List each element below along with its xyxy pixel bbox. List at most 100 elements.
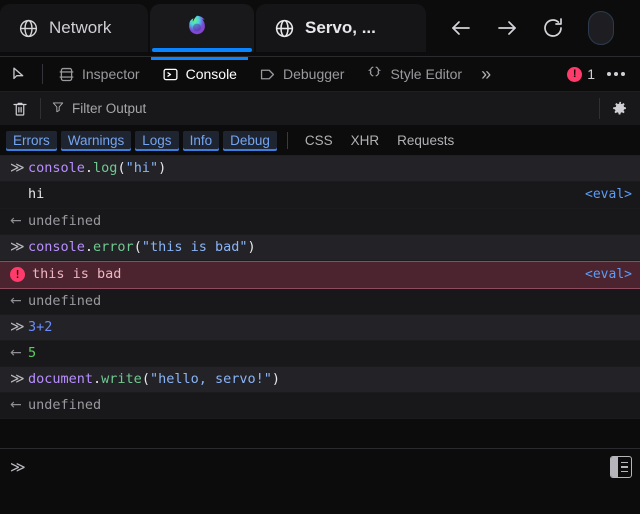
element-picker-icon[interactable] xyxy=(0,57,38,91)
console-row-input[interactable]: ≫document.write("hello, servo!") xyxy=(0,367,640,393)
devtools-toolbar-right: ! 1 xyxy=(567,57,640,91)
firefox-logo-icon xyxy=(183,14,211,42)
devtools-tab-list: Inspector Console Debugger xyxy=(47,57,567,91)
console-filter-bar: Filter Output xyxy=(0,92,640,126)
code-token: ) xyxy=(158,160,166,176)
result-marker-icon: ← xyxy=(10,344,28,362)
console-row-text: 5 xyxy=(28,344,632,362)
tab-style-editor[interactable]: Style Editor xyxy=(355,57,473,91)
browser-chrome: Network xyxy=(0,0,640,56)
console-row-error[interactable]: ! this is bad <eval> xyxy=(0,261,640,289)
error-count-label: 1 xyxy=(587,66,595,82)
code-token: log xyxy=(93,160,117,176)
result-marker-icon: ← xyxy=(10,212,28,230)
console-input-row[interactable]: ≫ xyxy=(0,448,640,486)
devtools-toolbar: Inspector Console Debugger xyxy=(0,57,640,92)
code-token: ( xyxy=(142,371,150,387)
browser-tab-servo[interactable]: Servo, ... xyxy=(256,4,426,52)
tab-inspector[interactable]: Inspector xyxy=(47,57,151,91)
gear-icon[interactable] xyxy=(600,99,640,118)
console-output-list[interactable]: ≫console.log("hi")hi<eval>←undefined≫con… xyxy=(0,156,640,448)
console-input-field[interactable] xyxy=(30,449,610,486)
filter-pill-warnings[interactable]: Warnings xyxy=(61,131,132,151)
tab-label: Inspector xyxy=(82,66,140,82)
filter-pill-errors[interactable]: Errors xyxy=(6,131,57,151)
code-token: document xyxy=(28,371,93,387)
console-filter-pills: Errors Warnings Logs Info Debug CSS XHR … xyxy=(0,126,640,156)
console-icon xyxy=(162,66,179,83)
console-row-text: hi xyxy=(28,185,573,203)
console-row-input[interactable]: ≫3+2 xyxy=(0,315,640,341)
globe-icon xyxy=(18,18,39,39)
code-token: write xyxy=(101,371,142,387)
back-arrow-icon[interactable] xyxy=(448,15,474,41)
browser-tab-label: Servo, ... xyxy=(305,18,376,38)
filter-pill-requests[interactable]: Requests xyxy=(390,131,461,151)
filter-input[interactable]: Filter Output xyxy=(41,100,599,117)
console-row-text: console.log("hi") xyxy=(28,159,632,177)
error-count-badge[interactable]: ! 1 xyxy=(567,66,595,82)
style-editor-icon xyxy=(366,66,383,83)
inspector-icon xyxy=(58,66,75,83)
filter-pill-css[interactable]: CSS xyxy=(298,131,340,151)
filter-input-placeholder: Filter Output xyxy=(72,101,146,116)
trash-icon[interactable] xyxy=(0,100,40,118)
console-row-text: this is bad xyxy=(32,265,573,283)
funnel-icon xyxy=(51,100,65,117)
avatar[interactable] xyxy=(588,11,614,45)
code-token: undefined xyxy=(28,213,101,229)
code-token: . xyxy=(85,239,93,255)
tab-strip: Network xyxy=(0,4,426,56)
filter-pill-info[interactable]: Info xyxy=(183,131,220,151)
error-icon: ! xyxy=(10,267,25,282)
console-row-result[interactable]: ←undefined xyxy=(0,209,640,235)
kebab-menu-icon[interactable] xyxy=(601,72,631,76)
tab-debugger[interactable]: Debugger xyxy=(248,57,356,91)
source-link[interactable]: <eval> xyxy=(573,266,632,284)
split-editor-icon[interactable] xyxy=(610,456,632,478)
navigation-controls xyxy=(426,4,640,52)
code-token: "hi" xyxy=(126,160,159,176)
console-prompt: ≫ xyxy=(10,458,30,476)
reload-icon[interactable] xyxy=(540,15,566,41)
tab-label: Debugger xyxy=(283,66,345,82)
console-row-text: undefined xyxy=(28,212,632,230)
code-token: 3+2 xyxy=(28,319,52,335)
devtools-tabs-overflow-icon[interactable]: » xyxy=(473,57,499,91)
console-row-input[interactable]: ≫console.error("this is bad") xyxy=(0,235,640,261)
code-token: "hello, servo!" xyxy=(150,371,272,387)
error-icon: ! xyxy=(567,67,582,82)
filter-pill-logs[interactable]: Logs xyxy=(135,131,178,151)
filter-pill-debug[interactable]: Debug xyxy=(223,131,277,151)
devtools-panel: Inspector Console Debugger xyxy=(0,56,640,514)
forward-arrow-icon[interactable] xyxy=(494,15,520,41)
tab-console[interactable]: Console xyxy=(151,57,248,91)
filter-pill-xhr[interactable]: XHR xyxy=(344,131,387,151)
code-token: 5 xyxy=(28,345,36,361)
console-row-result[interactable]: ←5 xyxy=(0,341,640,367)
input-marker-icon: ≫ xyxy=(10,318,28,336)
browser-tab-firefox[interactable] xyxy=(150,4,254,52)
browser-tab-label: Network xyxy=(49,18,111,38)
toolbar-divider xyxy=(42,64,43,84)
code-token: this is bad xyxy=(32,266,121,282)
debugger-icon xyxy=(259,66,276,83)
code-token: undefined xyxy=(28,397,101,413)
code-token: error xyxy=(93,239,134,255)
console-row-output[interactable]: hi<eval> xyxy=(0,182,640,209)
overflow-chevron-label: » xyxy=(481,65,491,83)
console-row-text: 3+2 xyxy=(28,318,632,336)
browser-tab-network[interactable]: Network xyxy=(0,4,148,52)
code-token: "this is bad" xyxy=(142,239,248,255)
code-token: undefined xyxy=(28,293,101,309)
console-row-result[interactable]: ←undefined xyxy=(0,393,640,419)
input-marker-icon: ≫ xyxy=(10,238,28,256)
console-row-text: document.write("hello, servo!") xyxy=(28,370,632,388)
source-link[interactable]: <eval> xyxy=(573,186,632,204)
code-token: ) xyxy=(248,239,256,255)
input-marker-icon: ≫ xyxy=(10,159,28,177)
tab-label: Console xyxy=(186,66,237,82)
console-row-result[interactable]: ←undefined xyxy=(0,289,640,315)
console-row-input[interactable]: ≫console.log("hi") xyxy=(0,156,640,182)
input-marker-icon: ≫ xyxy=(10,370,28,388)
